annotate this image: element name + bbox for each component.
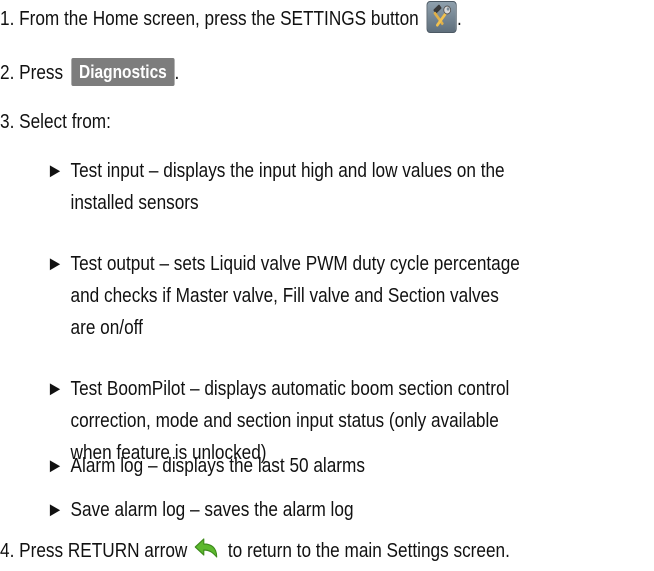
bullet-alarm-log: ► Alarm log – displays the last 50 alarms [46, 450, 631, 482]
bullet-arrow-icon: ► [46, 499, 64, 521]
bullet-text: Alarm log – displays the last 50 alarms [70, 455, 365, 477]
step-3-text: 3. Select from: [0, 111, 111, 133]
return-arrow-icon[interactable] [194, 537, 222, 561]
bullet-text: Test output – sets Liquid valve PWM duty… [70, 253, 520, 275]
bullet-line: ► Test output – sets Liquid valve PWM dut… [46, 248, 631, 280]
bullet-text: are on/off [70, 317, 143, 339]
bullet-text: correction, mode and section input statu… [70, 410, 499, 432]
bullet-line: ► Alarm log – displays the last 50 alarms [46, 450, 631, 482]
step-3: 3. Select from: [0, 106, 111, 138]
bullet-test-input: ► Test input – displays the input high an… [46, 155, 631, 219]
bullet-arrow-icon: ► [46, 455, 64, 477]
instructions-document: 1. From the Home screen, press the SETTI… [0, 0, 654, 569]
step-2: 2. Press Diagnostics. [0, 57, 179, 89]
bullet-line: ► Save alarm log – saves the alarm log [46, 494, 631, 526]
step-1-text: 1. From the Home screen, press the SETTI… [0, 8, 419, 30]
step-1-suffix: . [457, 8, 462, 30]
step-4: 4. Press RETURN arrow to return to the m… [0, 535, 510, 567]
step-2-prefix: 2. Press [0, 62, 64, 84]
settings-tools-icon [426, 0, 458, 33]
step-4-suffix: to return to the main Settings screen. [227, 540, 510, 562]
bullet-text: and checks if Master valve, Fill valve a… [70, 285, 499, 307]
bullet-line: ► Test input – displays the input high an… [46, 155, 631, 187]
diagnostics-button[interactable]: Diagnostics [71, 57, 175, 86]
bullet-test-output: ► Test output – sets Liquid valve PWM dut… [46, 248, 631, 344]
step-4-prefix: 4. Press RETURN arrow [0, 540, 188, 562]
bullet-text: Test BoomPilot – displays automatic boom… [70, 378, 510, 400]
bullet-arrow-icon: ► [46, 378, 64, 400]
bullet-text: installed sensors [70, 192, 199, 214]
bullet-arrow-icon: ► [46, 253, 64, 275]
bullet-save-alarm-log: ► Save alarm log – saves the alarm log [46, 494, 631, 526]
step-2-suffix: . [174, 62, 180, 84]
bullet-line: ► Test BoomPilot – displays automatic boo… [46, 373, 631, 405]
step-1: 1. From the Home screen, press the SETTI… [0, 0, 462, 36]
bullet-text: Test input – displays the input high and… [70, 160, 505, 182]
bullet-arrow-icon: ► [46, 160, 64, 182]
bullet-text: Save alarm log – saves the alarm log [70, 499, 354, 521]
